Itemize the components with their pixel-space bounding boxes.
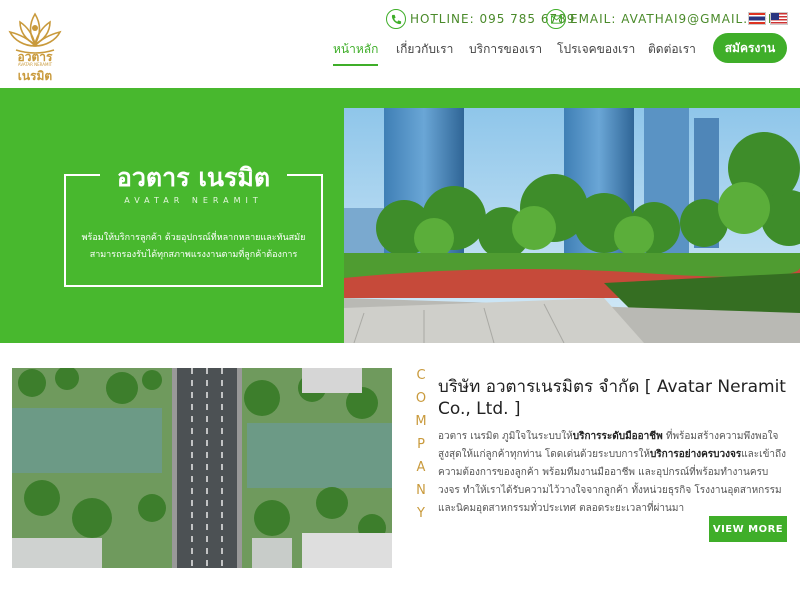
aerial-city-image <box>12 368 392 568</box>
view-more-button[interactable]: VIEW MORE <box>709 516 787 542</box>
logo-tagline: AVATAR NERAMIT <box>17 62 53 67</box>
hero-banner: อวตาร เนรมิต AVATAR NERAMIT พร้อมให้บริก… <box>0 88 800 343</box>
thai-flag-icon[interactable] <box>748 12 766 25</box>
language-switcher <box>748 12 788 25</box>
nav-home[interactable]: หน้าหลัก <box>333 40 379 66</box>
desc-highlight: บริการระดับมืออาชีพ <box>572 431 663 442</box>
company-vertical-word: C O M P A N Y <box>413 366 429 523</box>
vertical-letter: A <box>416 460 426 475</box>
nav-services[interactable]: บริการของเรา <box>469 40 542 62</box>
hero-subtitle: AVATAR NERAMIT <box>124 196 263 205</box>
english-flag-icon[interactable] <box>770 12 788 25</box>
desc-highlight: บริการอย่างครบวงจร <box>649 449 742 460</box>
vertical-letter: O <box>415 391 427 406</box>
vertical-letter: Y <box>417 506 425 521</box>
apply-job-button[interactable]: สมัครงาน <box>713 33 787 63</box>
hero-desc-line-1: พร้อมให้บริการลูกค้า ด้วยอุปกรณ์ที่หลากห… <box>81 233 306 243</box>
envelope-icon <box>546 9 566 29</box>
vertical-letter: P <box>417 437 425 452</box>
logo-name: อวตาร เนรมิต <box>17 50 53 83</box>
nav-about[interactable]: เกี่ยวกับเรา <box>396 40 453 62</box>
city-park-image <box>344 108 800 343</box>
phone-icon <box>386 9 406 29</box>
vertical-letter: M <box>415 414 427 429</box>
company-description: อวตาร เนรมิต ภูมิใจในระบบให้บริการระดับม… <box>438 428 786 518</box>
site-header: อวตาร เนรมิต AVATAR NERAMIT HOTLINE: 095… <box>0 0 800 88</box>
hero-desc-line-2: สามารถรองรับได้ทุกสภาพแรงงานตามที่ลูกค้า… <box>89 250 298 260</box>
hero-description: พร้อมให้บริการลูกค้า ด้วยอุปกรณ์ที่หลากห… <box>64 230 323 264</box>
nav-projects[interactable]: โปรเจคของเรา <box>557 40 635 62</box>
hero-title: อวตาร เนรมิต <box>116 163 271 192</box>
nav-contact[interactable]: ติดต่อเรา <box>648 40 696 62</box>
desc-text: อวตาร เนรมิต ภูมิใจในระบบให้ <box>438 431 573 442</box>
email-link[interactable]: EMAIL: AVATHAI9@GMAIL.COM <box>546 8 779 30</box>
vertical-letter: C <box>416 368 426 383</box>
company-title: บริษัท อวตารเนรมิตร จำกัด [ Avatar Neram… <box>438 377 786 419</box>
vertical-letter: N <box>416 483 426 498</box>
